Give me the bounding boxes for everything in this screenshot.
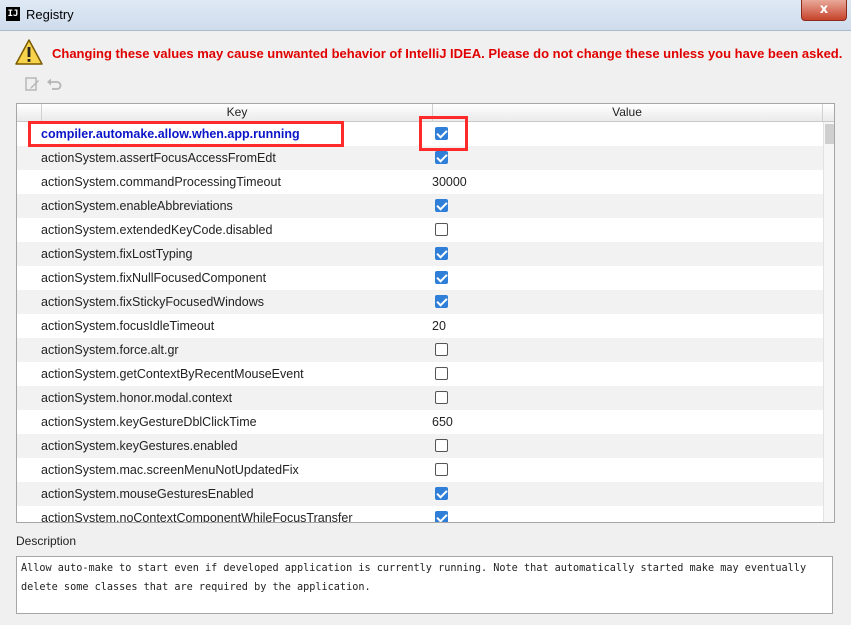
warning-triangle-icon bbox=[15, 39, 43, 65]
warning-message: Changing these values may cause unwanted… bbox=[52, 46, 843, 61]
table-row[interactable]: actionSystem.honor.modal.context bbox=[17, 386, 823, 410]
value-text[interactable]: 30000 bbox=[432, 170, 467, 194]
table-row[interactable]: actionSystem.force.alt.gr bbox=[17, 338, 823, 362]
column-header-value[interactable]: Value bbox=[432, 104, 823, 121]
registry-key: actionSystem.getContextByRecentMouseEven… bbox=[41, 367, 304, 381]
registry-key: actionSystem.keyGestureDblClickTime bbox=[41, 415, 257, 429]
registry-key: actionSystem.enableAbbreviations bbox=[41, 199, 233, 213]
registry-key: actionSystem.fixLostTyping bbox=[41, 247, 193, 261]
table-row[interactable]: actionSystem.noContextComponentWhileFocu… bbox=[17, 506, 823, 523]
table-row[interactable]: actionSystem.focusIdleTimeout 20 bbox=[17, 314, 823, 338]
description-label: Description bbox=[16, 534, 77, 548]
registry-key: actionSystem.honor.modal.context bbox=[41, 391, 233, 405]
value-text[interactable]: 650 bbox=[432, 410, 453, 434]
registry-key: actionSystem.keyGestures.enabled bbox=[41, 439, 238, 453]
revert-icon[interactable] bbox=[46, 76, 62, 92]
registry-key: actionSystem.fixStickyFocusedWindows bbox=[41, 295, 264, 309]
value-checkbox[interactable] bbox=[435, 223, 448, 236]
registry-key: actionSystem.focusIdleTimeout bbox=[41, 319, 215, 333]
vertical-scrollbar[interactable] bbox=[823, 122, 834, 522]
value-checkbox[interactable] bbox=[435, 487, 448, 500]
value-checkbox[interactable] bbox=[435, 439, 448, 452]
window-title: Registry bbox=[26, 7, 74, 22]
registry-key: actionSystem.extendedKeyCode.disabled bbox=[41, 223, 273, 237]
intellij-app-icon: IJ bbox=[6, 7, 20, 21]
table-row[interactable]: actionSystem.fixStickyFocusedWindows bbox=[17, 290, 823, 314]
value-checkbox[interactable] bbox=[435, 295, 448, 308]
table-row[interactable]: actionSystem.commandProcessingTimeout 300… bbox=[17, 170, 823, 194]
value-checkbox[interactable] bbox=[435, 343, 448, 356]
value-checkbox[interactable] bbox=[435, 271, 448, 284]
close-button[interactable]: x bbox=[801, 0, 847, 21]
description-text: Allow auto-make to start even if develop… bbox=[16, 556, 833, 614]
table-row[interactable]: actionSystem.fixLostTyping bbox=[17, 242, 823, 266]
scrollbar-thumb[interactable] bbox=[825, 124, 834, 144]
table-row[interactable]: actionSystem.mouseGesturesEnabled bbox=[17, 482, 823, 506]
value-checkbox[interactable] bbox=[435, 463, 448, 476]
value-checkbox[interactable] bbox=[435, 511, 448, 522]
table-row[interactable]: actionSystem.getContextByRecentMouseEven… bbox=[17, 362, 823, 386]
registry-key: actionSystem.assertFocusAccessFromEdt bbox=[41, 151, 276, 165]
registry-key: actionSystem.noContextComponentWhileFocu… bbox=[41, 511, 353, 523]
highlight-value-annotation bbox=[419, 116, 468, 151]
value-checkbox[interactable] bbox=[435, 367, 448, 380]
table-row[interactable]: actionSystem.fixNullFocusedComponent bbox=[17, 266, 823, 290]
registry-key: actionSystem.fixNullFocusedComponent bbox=[41, 271, 267, 285]
value-checkbox[interactable] bbox=[435, 391, 448, 404]
registry-key: actionSystem.commandProcessingTimeout bbox=[41, 175, 281, 189]
table-body: compiler.automake.allow.when.app.running… bbox=[17, 122, 823, 523]
registry-key: actionSystem.mac.screenMenuNotUpdatedFix bbox=[41, 463, 299, 477]
value-text[interactable]: 20 bbox=[432, 314, 446, 338]
registry-key: actionSystem.force.alt.gr bbox=[41, 343, 179, 357]
value-checkbox[interactable] bbox=[435, 151, 448, 164]
registry-table: Key Value compiler.automake.allow.when.a… bbox=[16, 103, 835, 523]
table-row[interactable]: actionSystem.mac.screenMenuNotUpdatedFix bbox=[17, 458, 823, 482]
table-row[interactable]: actionSystem.keyGestures.enabled bbox=[17, 434, 823, 458]
value-checkbox[interactable] bbox=[435, 247, 448, 260]
value-checkbox[interactable] bbox=[435, 199, 448, 212]
registry-key: actionSystem.mouseGesturesEnabled bbox=[41, 487, 254, 501]
table-row[interactable]: actionSystem.extendedKeyCode.disabled bbox=[17, 218, 823, 242]
table-row[interactable]: actionSystem.keyGestureDblClickTime 650 bbox=[17, 410, 823, 434]
highlight-key-annotation bbox=[28, 121, 344, 147]
title-bar: IJ Registry x bbox=[0, 0, 851, 31]
edit-icon[interactable] bbox=[24, 76, 40, 92]
column-header-key[interactable]: Key bbox=[41, 104, 433, 121]
table-row[interactable]: actionSystem.enableAbbreviations bbox=[17, 194, 823, 218]
